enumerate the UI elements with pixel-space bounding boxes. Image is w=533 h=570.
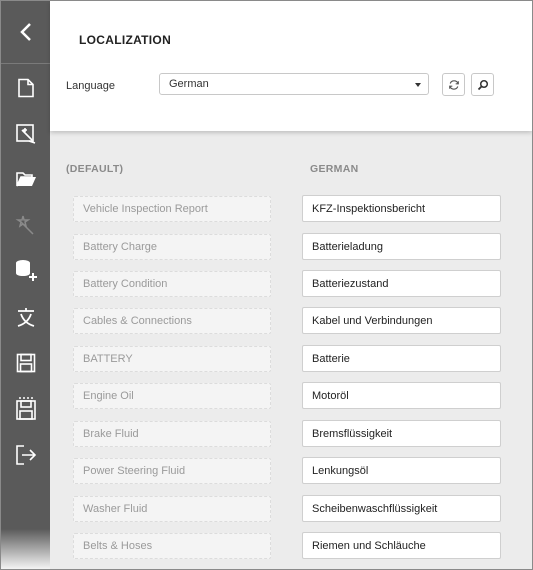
report-wizard-button[interactable] bbox=[1, 116, 50, 152]
save-as-button[interactable] bbox=[1, 391, 50, 427]
search-icon bbox=[477, 79, 488, 90]
app-frame: LOCALIZATION Language German (DEFAULT) G… bbox=[0, 0, 533, 570]
save-as-icon bbox=[15, 397, 36, 420]
default-text-cell: BATTERY bbox=[73, 346, 271, 372]
new-file-icon bbox=[17, 78, 34, 98]
language-label: Language bbox=[66, 80, 115, 92]
chevron-down-icon bbox=[415, 83, 421, 87]
search-button[interactable] bbox=[471, 73, 494, 96]
new-report-button[interactable] bbox=[1, 70, 50, 106]
magic-wand-button bbox=[1, 207, 50, 243]
default-text-cell: Vehicle Inspection Report bbox=[73, 196, 271, 222]
save-button[interactable] bbox=[1, 345, 50, 381]
sidebar-fade bbox=[1, 529, 50, 569]
translation-input[interactable]: Riemen und Schläuche bbox=[302, 532, 501, 559]
open-report-button[interactable] bbox=[1, 161, 50, 197]
translation-input[interactable]: Scheibenwaschflüssigkeit bbox=[302, 495, 501, 522]
translation-input[interactable]: Kabel und Verbindungen bbox=[302, 307, 501, 334]
default-column-header: (DEFAULT) bbox=[66, 163, 124, 175]
wizard-icon bbox=[15, 124, 35, 144]
default-text-cell: Battery Condition bbox=[73, 271, 271, 297]
default-text-cell: Power Steering Fluid bbox=[73, 458, 271, 484]
refresh-icon bbox=[448, 79, 459, 90]
localization-icon bbox=[17, 308, 34, 327]
exit-button[interactable] bbox=[1, 437, 50, 473]
refresh-button[interactable] bbox=[442, 73, 465, 96]
back-button[interactable] bbox=[1, 1, 50, 64]
translation-input[interactable]: Motoröl bbox=[302, 382, 501, 409]
translation-input[interactable]: Bremsflüssigkeit bbox=[302, 420, 501, 447]
page-title: LOCALIZATION bbox=[79, 33, 172, 47]
default-text-cell: Engine Oil bbox=[73, 383, 271, 409]
target-column-header: GERMAN bbox=[310, 163, 359, 175]
translation-input[interactable]: Lenkungsöl bbox=[302, 457, 501, 484]
localization-header: LOCALIZATION Language German bbox=[50, 1, 532, 131]
translation-input[interactable]: Batterie bbox=[302, 345, 501, 372]
translation-input[interactable]: Batterieladung bbox=[302, 233, 501, 260]
translation-input[interactable]: KFZ-Inspektionsbericht bbox=[302, 195, 501, 222]
language-select[interactable]: German bbox=[159, 73, 429, 95]
magic-wand-icon bbox=[15, 215, 34, 235]
save-icon bbox=[16, 353, 35, 373]
sidebar bbox=[1, 1, 50, 569]
open-folder-icon bbox=[15, 172, 36, 187]
add-datasource-button[interactable] bbox=[1, 252, 50, 288]
default-text-cell: Cables & Connections bbox=[73, 308, 271, 334]
add-datasource-icon bbox=[15, 260, 37, 281]
language-select-value: German bbox=[169, 78, 209, 90]
back-arrow-icon bbox=[19, 23, 31, 41]
exit-icon bbox=[15, 445, 36, 465]
default-text-cell: Belts & Hoses bbox=[73, 533, 271, 559]
default-text-cell: Battery Charge bbox=[73, 234, 271, 260]
default-text-cell: Brake Fluid bbox=[73, 421, 271, 447]
localization-button[interactable] bbox=[1, 299, 50, 335]
translation-input[interactable]: Batteriezustand bbox=[302, 270, 501, 297]
default-text-cell: Washer Fluid bbox=[73, 496, 271, 522]
